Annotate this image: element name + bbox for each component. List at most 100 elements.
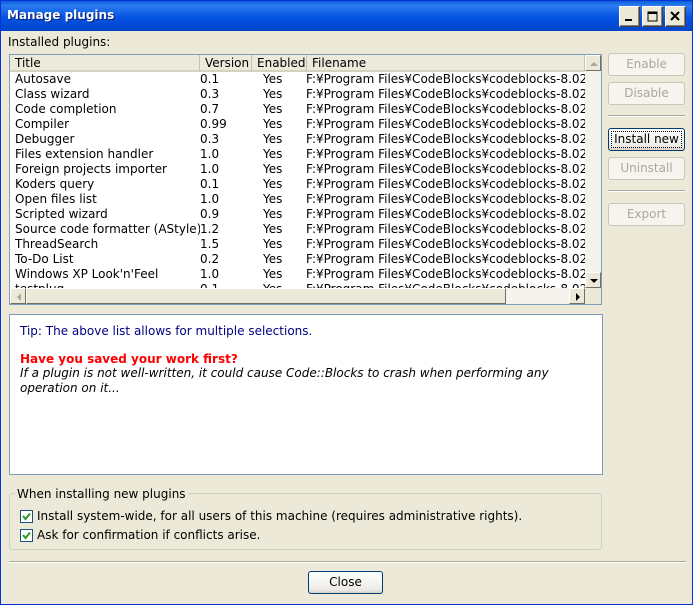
cell-filename: F:¥Program Files¥CodeBlocks¥codeblocks-8…	[306, 207, 585, 221]
cell-title: Windows XP Look'n'Feel	[15, 267, 159, 281]
cell-title: Open files list	[15, 192, 97, 206]
horizontal-scroll-thumb[interactable]	[26, 288, 506, 304]
cell-filename: F:¥Program Files¥CodeBlocks¥codeblocks-8…	[306, 72, 585, 86]
maximize-button[interactable]	[642, 6, 663, 27]
cell-title: To-Do List	[15, 252, 74, 266]
plugin-rows: Autosave 0.1 Yes F:¥Program Files¥CodeBlock…	[10, 72, 585, 290]
scroll-corner	[585, 288, 601, 304]
cell-version: 1.0	[200, 147, 220, 161]
cell-version: 1.0	[200, 267, 220, 281]
close-window-button[interactable]	[665, 6, 686, 27]
table-row[interactable]: Foreign projects importer 1.0 Yes F:¥Progra…	[10, 162, 585, 177]
table-row[interactable]: Code completion 0.7 Yes F:¥Program Files¥Co…	[10, 102, 585, 117]
enable-button[interactable]: Enable	[608, 53, 685, 76]
cell-enabled: Yes	[263, 102, 283, 116]
cell-enabled: Yes	[263, 267, 283, 281]
scroll-right-button[interactable]	[569, 288, 585, 304]
cell-version: 0.99	[200, 117, 227, 131]
cell-enabled: Yes	[263, 192, 283, 206]
checkmark-icon	[22, 531, 31, 540]
cell-title: Scripted wizard	[15, 207, 108, 221]
cell-version: 0.1	[200, 72, 220, 86]
tip-text: Tip: The above list allows for multiple …	[20, 324, 313, 338]
cell-filename: F:¥Program Files¥CodeBlocks¥codeblocks-8…	[306, 222, 585, 236]
uninstall-button[interactable]: Uninstall	[608, 157, 685, 180]
column-header-title[interactable]: Title	[10, 55, 200, 72]
title-bar[interactable]: Manage plugins	[1, 1, 692, 31]
cell-version: 0.1	[200, 177, 220, 191]
cell-title: Files extension handler	[15, 147, 154, 161]
cell-filename: F:¥Program Files¥CodeBlocks¥codeblocks-8…	[306, 177, 585, 191]
table-row[interactable]: ThreadSearch 1.5 Yes F:¥Program Files¥CodeB…	[10, 237, 585, 252]
cell-version: 1.2	[200, 222, 220, 236]
minimize-icon	[625, 19, 632, 21]
button-separator-2	[608, 190, 685, 192]
cell-version: 1.5	[200, 237, 220, 251]
table-row[interactable]: Class wizard 0.3 Yes F:¥Program Files¥CodeB…	[10, 87, 585, 102]
column-header-version[interactable]: Version	[200, 55, 252, 72]
table-row[interactable]: Files extension handler 1.0 Yes F:¥Program …	[10, 147, 585, 162]
table-row[interactable]: To-Do List 0.2 Yes F:¥Program Files¥CodeBlo…	[10, 252, 585, 267]
cell-filename: F:¥Program Files¥CodeBlocks¥codeblocks-8…	[306, 87, 585, 101]
horizontal-scrollbar[interactable]	[10, 288, 585, 304]
confirm-conflicts-checkbox[interactable]	[20, 529, 33, 542]
button-separator-1	[608, 115, 685, 117]
warning-body: If a plugin is not well-written, it coul…	[20, 366, 549, 395]
cell-enabled: Yes	[263, 237, 283, 251]
cell-title: Source code formatter (AStyle)	[15, 222, 200, 236]
plugins-list[interactable]: Title Version Enabled Filename Autosave 0…	[9, 54, 602, 305]
export-button[interactable]: Export	[608, 203, 685, 226]
cell-enabled: Yes	[263, 132, 283, 146]
cell-filename: F:¥Program Files¥CodeBlocks¥codeblocks-8…	[306, 192, 585, 206]
cell-enabled: Yes	[263, 252, 283, 266]
table-row[interactable]: Windows XP Look'n'Feel 1.0 Yes F:¥Program F…	[10, 267, 585, 282]
minimize-button[interactable]	[619, 6, 640, 27]
window-title: Manage plugins	[7, 8, 115, 22]
cell-enabled: Yes	[263, 162, 283, 176]
system-wide-checkbox[interactable]	[20, 510, 33, 523]
installed-plugins-label: Installed plugins:	[8, 35, 111, 49]
cell-title: Koders query	[15, 177, 95, 191]
table-row[interactable]: Debugger 0.3 Yes F:¥Program Files¥CodeBlock…	[10, 132, 585, 147]
system-wide-label[interactable]: Install system-wide, for all users of th…	[37, 509, 522, 523]
cell-filename: F:¥Program Files¥CodeBlocks¥codeblocks-8…	[306, 132, 585, 146]
cell-version: 0.3	[200, 132, 220, 146]
table-row[interactable]: Koders query 0.1 Yes F:¥Program Files¥CodeB…	[10, 177, 585, 192]
list-header: Title Version Enabled Filename	[10, 55, 585, 72]
info-panel: Tip: The above list allows for multiple …	[9, 314, 603, 475]
table-row[interactable]: Scripted wizard 0.9 Yes F:¥Program Files¥Co…	[10, 207, 585, 222]
vertical-scrollbar[interactable]	[585, 55, 601, 288]
disable-button[interactable]: Disable	[608, 82, 685, 105]
arrow-up-icon	[590, 62, 598, 66]
scroll-down-button[interactable]	[585, 272, 601, 288]
cell-version: 0.3	[200, 87, 220, 101]
table-row[interactable]: Autosave 0.1 Yes F:¥Program Files¥CodeBlock…	[10, 72, 585, 87]
cell-filename: F:¥Program Files¥CodeBlocks¥codeblocks-8…	[306, 117, 585, 131]
cell-filename: F:¥Program Files¥CodeBlocks¥codeblocks-8…	[306, 162, 585, 176]
table-row[interactable]: Open files list 1.0 Yes F:¥Program Files¥Co…	[10, 192, 585, 207]
column-header-filename[interactable]: Filename	[307, 55, 585, 72]
cell-title: Autosave	[15, 72, 71, 86]
cell-title: Compiler	[15, 117, 70, 131]
cell-enabled: Yes	[263, 207, 283, 221]
close-icon	[670, 11, 680, 21]
cell-enabled: Yes	[263, 177, 283, 191]
install-new-button[interactable]: Install new	[608, 128, 685, 151]
scroll-left-button[interactable]	[10, 288, 26, 304]
cell-enabled: Yes	[263, 87, 283, 101]
cell-enabled: Yes	[263, 147, 283, 161]
table-row[interactable]: Compiler 0.99 Yes F:¥Program Files¥CodeBloc…	[10, 117, 585, 132]
warning-title: Have you saved your work first?	[20, 352, 238, 366]
cell-enabled: Yes	[263, 222, 283, 236]
arrow-left-icon	[17, 293, 21, 301]
arrow-right-icon	[576, 293, 580, 301]
scroll-up-button[interactable]	[585, 55, 601, 71]
close-button[interactable]: Close	[308, 571, 383, 594]
arrow-down-icon	[590, 279, 598, 283]
table-row[interactable]: Source code formatter (AStyle) 1.2 Yes F:¥P…	[10, 222, 585, 237]
column-header-enabled[interactable]: Enabled	[252, 55, 307, 72]
confirm-conflicts-label[interactable]: Ask for confirmation if conflicts arise.	[37, 528, 260, 542]
manage-plugins-dialog: Manage plugins Installed plugins: Title …	[0, 0, 693, 605]
cell-title: ThreadSearch	[15, 237, 99, 251]
cell-enabled: Yes	[263, 72, 283, 86]
